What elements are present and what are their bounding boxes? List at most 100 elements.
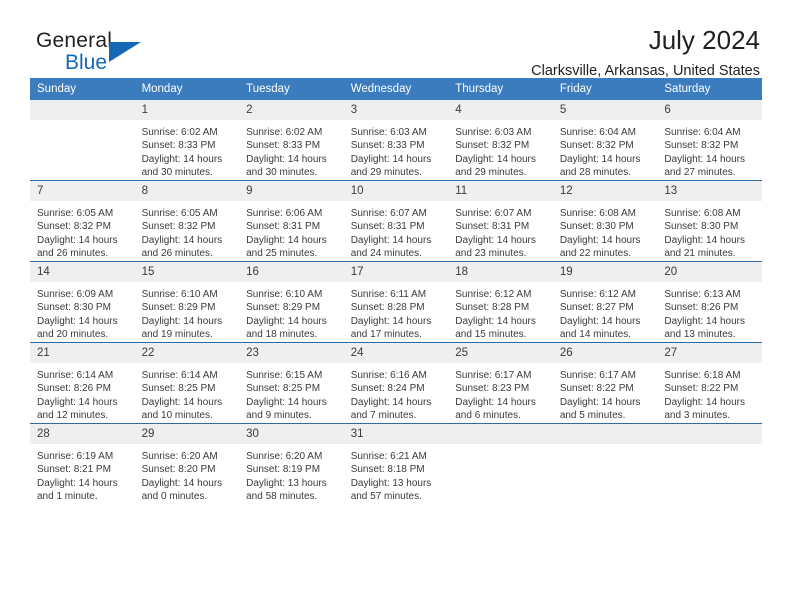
calendar-day-cell[interactable]: 6 Sunrise: 6:04 AM Sunset: 8:32 PM Daylight… [657, 100, 762, 181]
day-details [553, 444, 658, 450]
calendar-day-cell[interactable]: 25 Sunrise: 6:17 AM Sunset: 8:23 PM Dayligh… [448, 342, 553, 424]
calendar-day-cell[interactable]: 23 Sunrise: 6:15 AM Sunset: 8:25 PM Dayligh… [239, 342, 344, 424]
day-detail-line: Sunset: 8:23 PM [455, 383, 530, 395]
day-detail-line: Daylight: 14 hours [141, 396, 223, 408]
calendar-day-cell[interactable]: 3 Sunrise: 6:03 AM Sunset: 8:33 PM Daylight… [343, 100, 449, 181]
calendar-day-cell[interactable]: 10 Sunrise: 6:07 AM Sunset: 8:31 PM Dayligh… [343, 180, 449, 262]
day-detail-line: Daylight: 14 hours [559, 153, 641, 165]
calendar-day-cell[interactable]: 31 Sunrise: 6:21 AM Sunset: 8:18 PM Dayligh… [343, 423, 449, 504]
day-number: 4 [448, 100, 553, 120]
day-detail-line: Daylight: 14 hours [37, 477, 118, 489]
day-details [30, 120, 135, 126]
calendar-day-cell[interactable]: 28 Sunrise: 6:19 AM Sunset: 8:21 PM Dayligh… [30, 423, 135, 504]
calendar-day-cell[interactable]: 11 Sunrise: 6:07 AM Sunset: 8:31 PM Dayligh… [448, 180, 553, 262]
day-detail-line: Sunset: 8:24 PM [350, 383, 425, 395]
day-detail-line: and 30 minutes. [246, 167, 318, 179]
calendar-day-cell[interactable]: 8 Sunrise: 6:05 AM Sunset: 8:32 PM Daylight… [134, 180, 240, 262]
day-detail-line: and 10 minutes. [141, 410, 213, 422]
calendar-day-cell[interactable]: 20 Sunrise: 6:13 AM Sunset: 8:26 PM Dayligh… [657, 261, 762, 343]
calendar-day-cell-empty [30, 100, 135, 181]
calendar-day-cell[interactable]: 18 Sunrise: 6:12 AM Sunset: 8:28 PM Dayligh… [448, 261, 553, 343]
day-number: 17 [343, 262, 449, 282]
day-details: Sunrise: 6:03 AM Sunset: 8:33 PM Daylight:… [344, 120, 449, 180]
day-details: Sunrise: 6:14 AM Sunset: 8:26 PM Daylight:… [30, 363, 135, 423]
day-detail-line: Daylight: 14 hours [37, 315, 118, 327]
day-number: 26 [552, 343, 658, 363]
calendar-day-cell[interactable]: 14 Sunrise: 6:09 AM Sunset: 8:30 PM Dayligh… [30, 261, 135, 343]
day-detail-line: Sunrise: 6:05 AM [37, 208, 114, 219]
day-detail-line: Daylight: 14 hours [350, 396, 432, 408]
day-number: 24 [343, 343, 449, 363]
day-number: 23 [239, 343, 344, 363]
day-detail-line: Daylight: 14 hours [246, 153, 327, 165]
calendar-day-cell[interactable]: 7 Sunrise: 6:05 AM Sunset: 8:32 PM Daylight… [30, 180, 135, 262]
day-detail-line: Daylight: 14 hours [559, 315, 641, 327]
calendar-day-cell[interactable]: 17 Sunrise: 6:11 AM Sunset: 8:28 PM Dayligh… [343, 261, 449, 343]
calendar-day-cell[interactable]: 12 Sunrise: 6:08 AM Sunset: 8:30 PM Dayligh… [552, 180, 658, 262]
day-detail-line: and 14 minutes. [559, 329, 631, 341]
day-detail-line: Daylight: 14 hours [664, 234, 745, 246]
day-number [552, 424, 658, 444]
day-detail-line: Daylight: 13 hours [246, 477, 327, 489]
day-details: Sunrise: 6:07 AM Sunset: 8:31 PM Daylight:… [344, 201, 449, 261]
day-number: 9 [239, 181, 344, 201]
calendar-day-cell[interactable]: 21 Sunrise: 6:14 AM Sunset: 8:26 PM Dayligh… [30, 342, 135, 424]
calendar-day-cell[interactable]: 19 Sunrise: 6:12 AM Sunset: 8:27 PM Dayligh… [552, 261, 658, 343]
page-subtitle: Clarksville, Arkansas, United States [531, 62, 760, 79]
calendar-day-cell[interactable]: 15 Sunrise: 6:10 AM Sunset: 8:29 PM Dayligh… [134, 261, 240, 343]
day-details [657, 444, 762, 450]
day-detail-line: Sunrise: 6:17 AM [559, 370, 636, 381]
day-detail-line: Sunset: 8:20 PM [141, 464, 216, 476]
brand-name-general: General [36, 29, 113, 52]
day-number [448, 424, 553, 444]
day-details: Sunrise: 6:16 AM Sunset: 8:24 PM Daylight:… [344, 363, 449, 423]
day-detail-line: Daylight: 14 hours [559, 234, 641, 246]
day-detail-line: Sunrise: 6:20 AM [141, 451, 218, 462]
calendar-day-cell[interactable]: 13 Sunrise: 6:08 AM Sunset: 8:30 PM Dayligh… [657, 180, 762, 262]
day-detail-line: Sunrise: 6:10 AM [141, 289, 218, 300]
calendar-day-cell[interactable]: 5 Sunrise: 6:04 AM Sunset: 8:32 PM Daylight… [552, 100, 658, 181]
day-detail-line: Daylight: 14 hours [246, 234, 327, 246]
calendar-day-cell[interactable]: 29 Sunrise: 6:20 AM Sunset: 8:20 PM Dayligh… [134, 423, 240, 504]
day-number: 15 [134, 262, 240, 282]
calendar-day-cell[interactable]: 22 Sunrise: 6:14 AM Sunset: 8:25 PM Dayligh… [134, 342, 240, 424]
day-detail-line: Sunset: 8:22 PM [664, 383, 739, 395]
day-number: 16 [239, 262, 344, 282]
day-details: Sunrise: 6:20 AM Sunset: 8:20 PM Daylight:… [135, 444, 240, 504]
day-details: Sunrise: 6:12 AM Sunset: 8:28 PM Daylight:… [448, 282, 553, 342]
calendar-day-cell[interactable]: 2 Sunrise: 6:02 AM Sunset: 8:33 PM Daylight… [239, 100, 344, 181]
day-details: Sunrise: 6:06 AM Sunset: 8:31 PM Daylight:… [239, 201, 344, 261]
calendar-day-cell[interactable]: 1 Sunrise: 6:02 AM Sunset: 8:33 PM Daylight… [134, 100, 240, 181]
calendar-day-cell[interactable]: 30 Sunrise: 6:20 AM Sunset: 8:19 PM Dayligh… [239, 423, 344, 504]
calendar-day-cell[interactable]: 27 Sunrise: 6:18 AM Sunset: 8:22 PM Dayligh… [657, 342, 762, 424]
day-details: Sunrise: 6:05 AM Sunset: 8:32 PM Daylight:… [30, 201, 135, 261]
day-detail-line: Sunrise: 6:08 AM [559, 208, 636, 219]
calendar-day-cell[interactable]: 24 Sunrise: 6:16 AM Sunset: 8:24 PM Dayligh… [343, 342, 449, 424]
day-detail-line: Daylight: 14 hours [350, 153, 432, 165]
day-detail-line: Daylight: 14 hours [559, 396, 641, 408]
day-detail-line: Sunrise: 6:13 AM [664, 289, 741, 300]
calendar-day-cell[interactable]: 16 Sunrise: 6:10 AM Sunset: 8:29 PM Dayligh… [239, 261, 344, 343]
day-detail-line: Sunrise: 6:17 AM [455, 370, 532, 381]
day-detail-line: and 12 minutes. [37, 410, 109, 422]
day-details: Sunrise: 6:12 AM Sunset: 8:27 PM Daylight:… [553, 282, 658, 342]
day-details: Sunrise: 6:04 AM Sunset: 8:32 PM Daylight:… [657, 120, 762, 180]
day-detail-line: Sunset: 8:30 PM [664, 221, 739, 233]
day-number: 14 [30, 262, 135, 282]
calendar-day-cell-empty [657, 423, 762, 504]
brand-logo[interactable]: General Blue [36, 29, 141, 73]
day-detail-line: Daylight: 14 hours [246, 315, 327, 327]
day-detail-line: Sunset: 8:31 PM [350, 221, 425, 233]
calendar-week-row: 7 Sunrise: 6:05 AM Sunset: 8:32 PM Daylight… [30, 180, 762, 262]
day-details: Sunrise: 6:07 AM Sunset: 8:31 PM Daylight:… [448, 201, 553, 261]
page-title: July 2024 [648, 25, 760, 55]
day-detail-line: and 29 minutes. [455, 167, 527, 179]
day-detail-line: Sunrise: 6:15 AM [246, 370, 323, 381]
day-detail-line: and 20 minutes. [37, 329, 109, 341]
day-number [657, 424, 762, 444]
day-detail-line: Daylight: 14 hours [664, 396, 745, 408]
calendar-day-cell[interactable]: 4 Sunrise: 6:03 AM Sunset: 8:32 PM Daylight… [448, 100, 553, 181]
calendar-day-cell[interactable]: 9 Sunrise: 6:06 AM Sunset: 8:31 PM Daylight… [239, 180, 344, 262]
calendar-day-cell[interactable]: 26 Sunrise: 6:17 AM Sunset: 8:22 PM Dayligh… [552, 342, 658, 424]
day-details: Sunrise: 6:08 AM Sunset: 8:30 PM Daylight:… [657, 201, 762, 261]
